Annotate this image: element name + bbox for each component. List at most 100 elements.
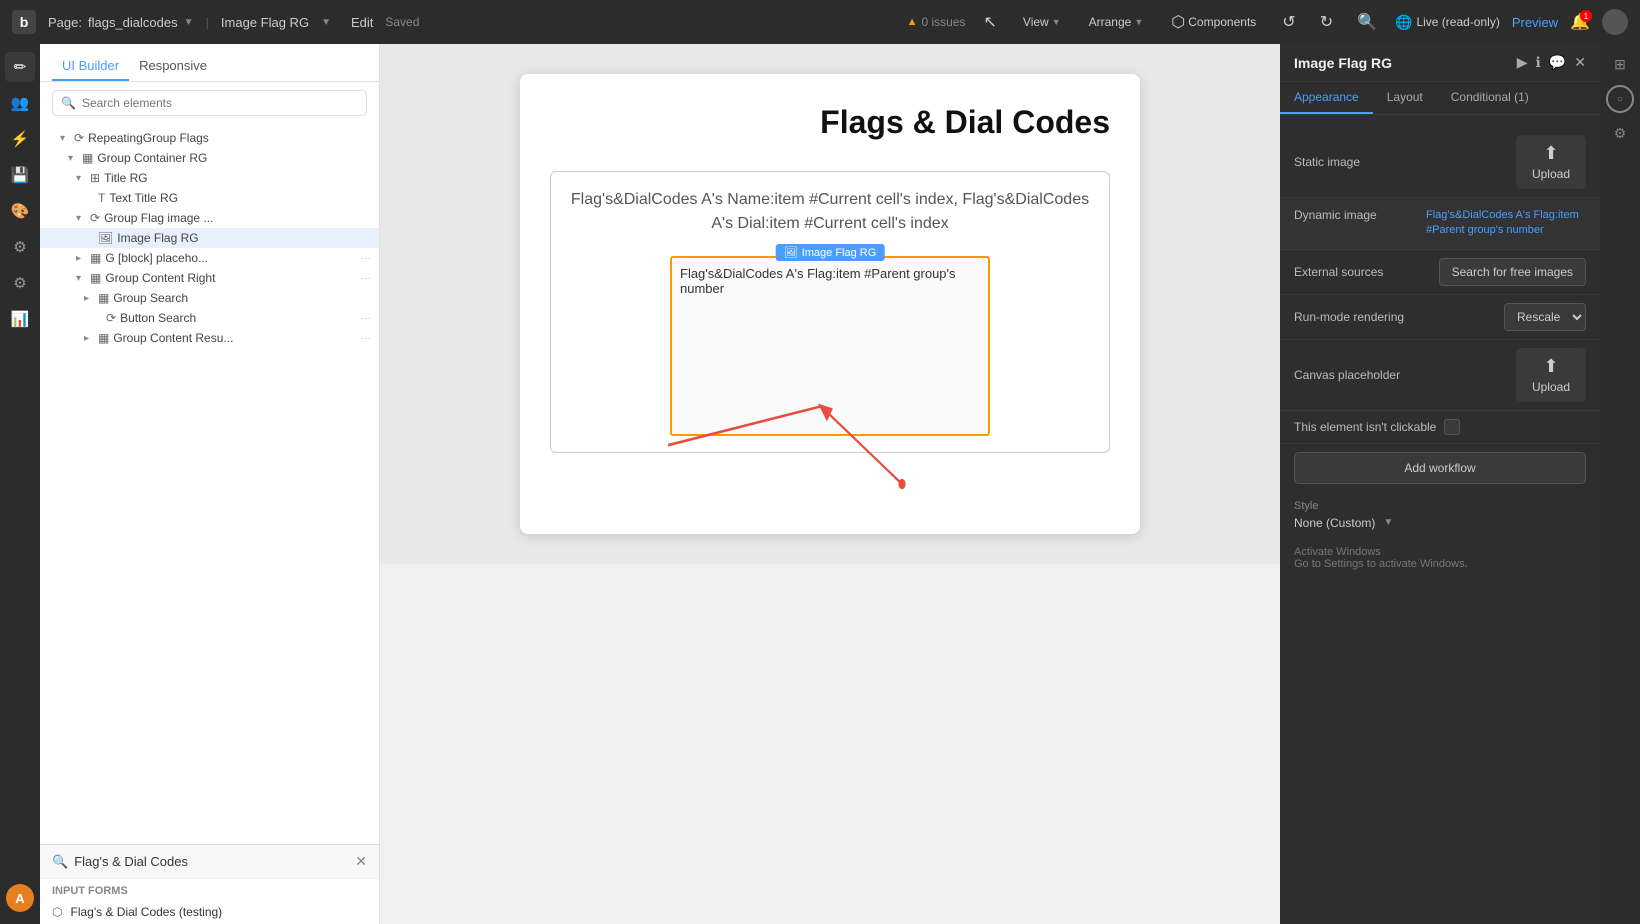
left-panel-tabs: UI Builder Responsive [40,44,379,82]
arrange-menu[interactable]: Arrange ▼ [1081,11,1152,33]
overflow-menu-icon[interactable]: ··· [361,333,371,344]
pointer-tool[interactable]: ↖ [978,8,1003,36]
run-mode-label: Run-mode rendering [1294,310,1404,324]
collapse-icon[interactable]: ▾ [76,273,86,284]
collapse-icon[interactable]: ▸ [84,333,94,344]
notifications-btn[interactable]: 🔔 1 [1570,12,1590,32]
search-section-input-forms: Input forms [40,879,379,900]
search-input-box[interactable]: 🔍 [52,90,367,116]
sidebar-plugins-icon[interactable]: ⚙ [5,232,35,262]
search-free-images-btn[interactable]: Search for free images [1439,258,1586,286]
tab-responsive[interactable]: Responsive [129,52,217,81]
search-btn[interactable]: 🔍 [1351,8,1383,36]
tree-item-label: RepeatingGroup Flags [88,131,209,145]
collapse-icon[interactable]: ▾ [60,133,70,144]
tree-item-icon: ⟳ [90,211,100,225]
overflow-menu-icon[interactable]: ··· [361,273,371,284]
add-workflow-btn[interactable]: Add workflow [1294,452,1586,484]
far-right-panel: ⊞ ○ ⚙ [1600,44,1640,924]
style-dropdown-icon[interactable]: ▼ [1383,517,1393,528]
rg-placeholder-text: Flag's&DialCodes A's Name:item #Current … [567,188,1093,236]
edit-label: Edit [351,15,373,30]
tree-item-icon: ⟳ [106,311,116,325]
collapse-icon[interactable]: ▸ [76,253,86,264]
external-sources-label: External sources [1294,265,1383,279]
tree-item-icon: ▦ [90,271,101,285]
comment-btn[interactable]: 💬 [1549,54,1566,71]
tab-conditional[interactable]: Conditional (1) [1437,82,1543,114]
tree-item-group-flag-image[interactable]: ▾ ⟳ Group Flag image ... [40,208,379,228]
close-btn[interactable]: ✕ [1574,54,1586,71]
info-btn[interactable]: ℹ [1536,54,1541,71]
image-flag-box[interactable]: Flag's&DialCodes A's Flag:item #Parent g… [670,256,990,436]
tree-item-label: G [block] placeho... [105,251,208,265]
app-logo: b [12,10,36,34]
tree-item-image-flag-rg[interactable]: 🖼 Image Flag RG [40,228,379,248]
sidebar-styles-icon[interactable]: 🎨 [5,196,35,226]
tree-item-label: Group Search [113,291,188,305]
undo-btn[interactable]: ↺ [1276,8,1301,36]
collapse-icon[interactable]: ▸ [84,293,94,304]
sidebar-settings-icon[interactable]: ⚙ [5,268,35,298]
view-menu[interactable]: View ▼ [1015,11,1069,33]
main-layout: ✏ 👥 ⚡ 💾 🎨 ⚙ ⚙ 📊 A UI Builder Responsive … [0,44,1640,924]
canvas-placeholder-label: Canvas placeholder [1294,368,1400,382]
tab-layout[interactable]: Layout [1373,82,1437,114]
static-image-label: Static image [1294,155,1360,169]
collapse-icon[interactable]: ▾ [76,213,86,224]
repeating-group-container: Flag's&DialCodes A's Name:item #Current … [550,171,1110,453]
right-panel: Image Flag RG ▶ ℹ 💬 ✕ Appearance Layout … [1280,44,1600,924]
user-avatar[interactable] [1602,9,1628,35]
sidebar-logs-icon[interactable]: 📊 [5,304,35,334]
search-result-flags-testing[interactable]: ⬡ Flag's & Dial Codes (testing) [40,900,379,924]
not-clickable-checkbox[interactable] [1444,419,1460,435]
tree-item-button-search[interactable]: ⟳ Button Search ··· [40,308,379,328]
far-right-settings-icon[interactable]: ⚙ [1610,121,1631,146]
canvas-wrapper: Flags & Dial Codes Flag's&DialCodes A's … [380,44,1280,924]
play-btn[interactable]: ▶ [1517,54,1528,71]
components-btn[interactable]: ⬡ Components [1163,8,1264,36]
run-mode-section: Run-mode rendering Rescale [1280,295,1600,340]
redo-btn[interactable]: ↻ [1314,8,1339,36]
tree-item-group-container-rg[interactable]: ▾ ▦ Group Container RG [40,148,379,168]
tree-item-title-rg[interactable]: ▾ ⊞ Title RG [40,168,379,188]
search-panel: 🔍 Flag's & Dial Codes ✕ Input forms ⬡ Fl… [40,844,379,924]
live-mode-btn[interactable]: 🌐 Live (read-only) [1395,14,1500,31]
far-right-circle-icon[interactable]: ○ [1606,85,1634,113]
overflow-menu-icon[interactable]: ··· [361,253,371,264]
sidebar-data-icon[interactable]: 💾 [5,160,35,190]
canvas-placeholder-upload-btn[interactable]: ⬆ Upload [1516,348,1586,402]
far-right-grid-icon[interactable]: ⊞ [1610,52,1630,77]
collapse-icon[interactable]: ▾ [76,173,86,184]
sidebar-users-icon[interactable]: 👥 [5,88,35,118]
tree-item-g-block-placeho[interactable]: ▸ ▦ G [block] placeho... ··· [40,248,379,268]
user-initials-avatar[interactable]: A [6,884,34,912]
tree-item-group-content-resu[interactable]: ▸ ▦ Group Content Resu... ··· [40,328,379,348]
tree-item-group-search[interactable]: ▸ ▦ Group Search [40,288,379,308]
tab-ui-builder[interactable]: UI Builder [52,52,129,81]
tree-item-group-content-right[interactable]: ▾ ▦ Group Content Right ··· [40,268,379,288]
tree-item-repeatinggroup-flags[interactable]: ▾ ⟳ RepeatingGroup Flags [40,128,379,148]
static-image-section: Static image ⬆ Upload [1280,127,1600,198]
dynamic-image-value[interactable]: Flag's&DialCodes A's Flag:item #Parent g… [1426,208,1586,239]
canvas-placeholder-section: Canvas placeholder ⬆ Upload [1280,340,1600,411]
preview-btn[interactable]: Preview [1512,15,1558,30]
element-dropdown-icon[interactable]: ▼ [321,17,331,28]
static-image-upload-btn[interactable]: ⬆ Upload [1516,135,1586,189]
sidebar-builder-icon[interactable]: ✏ [5,52,35,82]
image-flag-rg-selected-label: 🖼 Image Flag RG [776,244,885,261]
search-panel-close-btn[interactable]: ✕ [355,853,367,870]
tree-item-icon: ⊞ [90,171,100,185]
collapse-icon[interactable]: ▾ [68,153,78,164]
overflow-menu-icon[interactable]: ··· [361,313,371,324]
page-dropdown-icon[interactable]: ▼ [184,17,194,28]
search-input[interactable] [82,96,358,110]
tree-item-text-title-rg[interactable]: T Text Title RG [40,188,379,208]
right-panel-body: Static image ⬆ Upload Dynamic image Flag… [1280,115,1600,924]
canvas-content: Flags & Dial Codes Flag's&DialCodes A's … [380,44,1280,564]
sidebar-workflows-icon[interactable]: ⚡ [5,124,35,154]
tab-appearance[interactable]: Appearance [1280,82,1373,114]
search-icon: 🔍 [61,96,76,110]
run-mode-select[interactable]: Rescale [1504,303,1586,331]
page-selector[interactable]: Page: flags_dialcodes ▼ [48,15,194,30]
